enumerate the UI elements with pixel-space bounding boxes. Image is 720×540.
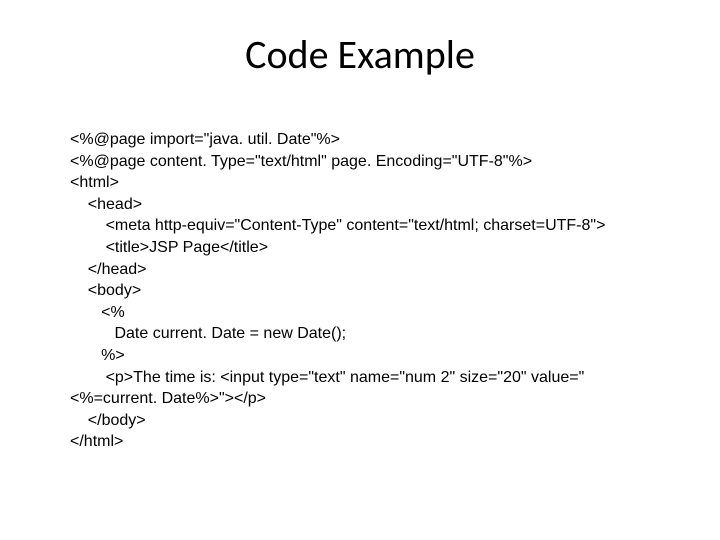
code-line: <% (70, 304, 125, 321)
code-line: %> (70, 347, 125, 364)
code-line: <head> (70, 196, 142, 213)
code-line: <body> (70, 282, 141, 299)
code-block: <%@page import="java. util. Date"%> <%@p… (70, 129, 650, 453)
code-line: </html> (70, 433, 123, 450)
code-line: <meta http-equiv="Content-Type" content=… (70, 217, 605, 234)
slide: Code Example <%@page import="java. util.… (0, 0, 720, 540)
code-line: <title>JSP Page</title> (70, 239, 268, 256)
code-line: </body> (70, 412, 146, 429)
slide-title: Code Example (70, 30, 650, 79)
code-line: <%@page content. Type="text/html" page. … (70, 153, 532, 170)
code-line: <%@page import="java. util. Date"%> (70, 131, 340, 148)
code-line: <p>The time is: <input type="text" name=… (70, 369, 584, 408)
code-line: Date current. Date = new Date(); (70, 325, 346, 342)
code-line: <html> (70, 174, 119, 191)
code-line: </head> (70, 261, 147, 278)
